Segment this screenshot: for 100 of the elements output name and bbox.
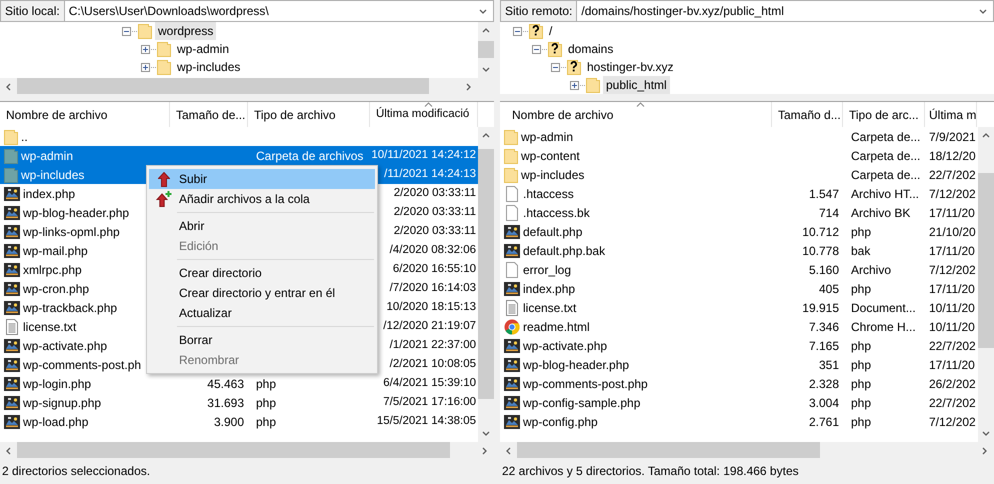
menu-item[interactable]: Crear directorio y entrar en él xyxy=(149,283,375,303)
scroll-up-icon[interactable] xyxy=(981,131,991,140)
file-name[interactable]: error_log xyxy=(523,260,572,278)
file-name[interactable]: wp-config.php xyxy=(523,412,598,430)
status-text: 2 directorios seleccionados. xyxy=(2,463,150,480)
modified-date: /2/2021 10:08:05 xyxy=(390,358,476,370)
file-name[interactable]: wp-admin xyxy=(521,128,574,146)
menu-item[interactable]: Abrir xyxy=(149,216,375,236)
tree-item[interactable]: public_html xyxy=(603,76,670,94)
file-name[interactable]: wp-signup.php xyxy=(23,394,102,412)
file-name[interactable]: wp-login.php xyxy=(23,374,92,392)
path-field[interactable]: /domains/hostinger-bv.xyz/public_html xyxy=(577,0,994,22)
modified-date: 17/11/20 xyxy=(929,206,975,220)
column-header[interactable]: Tamaño d... xyxy=(772,102,843,127)
file-name[interactable]: default.php.bak xyxy=(523,242,606,260)
image-file-icon xyxy=(504,414,520,430)
folder-icon xyxy=(586,77,600,93)
file-name[interactable]: wp-activate.php xyxy=(523,336,608,354)
column-header[interactable]: Última m xyxy=(925,102,977,127)
file-type: Carpeta de... xyxy=(851,168,920,182)
menu-item[interactable]: Añadir archivos a la cola xyxy=(149,189,375,209)
expand-icon[interactable] xyxy=(570,80,579,90)
modified-date: 7/5/2021 17:16:00 xyxy=(383,396,476,408)
tree-item[interactable]: wp-admin xyxy=(174,40,232,58)
file-type: php xyxy=(851,376,872,390)
tree-item[interactable]: hostinger-bv.xyz xyxy=(584,58,676,76)
file-type: php xyxy=(851,224,872,238)
file-name[interactable]: wp-blog-header.php xyxy=(23,204,130,222)
add-to-queue-icon xyxy=(156,191,172,207)
file-name[interactable]: index.php xyxy=(523,280,576,298)
menu-item[interactable]: Subir xyxy=(149,169,375,189)
file-name[interactable]: wp-comments-post.php xyxy=(523,374,648,392)
file-name[interactable]: wp-trackback.php xyxy=(23,298,118,316)
collapse-icon[interactable] xyxy=(513,26,522,36)
path-field[interactable]: C:\Users\User\Downloads\wordpress\ xyxy=(64,0,494,22)
scroll-down-icon[interactable] xyxy=(481,429,491,438)
dropdown-icon[interactable] xyxy=(478,7,488,16)
folder-icon xyxy=(4,166,18,182)
dropdown-icon[interactable] xyxy=(978,7,988,16)
folder-icon xyxy=(504,128,518,144)
menu-item[interactable]: Actualizar xyxy=(149,303,375,323)
modified-date: 6/4/2021 15:39:10 xyxy=(383,376,476,389)
expand-icon[interactable] xyxy=(141,62,150,72)
folder-icon xyxy=(4,128,18,144)
vertical-scrollbar[interactable] xyxy=(978,127,994,442)
collapse-icon[interactable] xyxy=(551,62,560,72)
folder-icon xyxy=(138,23,152,39)
file-name[interactable]: wp-links-opml.php xyxy=(23,222,120,240)
file-name[interactable]: wp-comments-post.ph xyxy=(23,356,142,374)
scroll-up-icon[interactable] xyxy=(481,26,491,35)
scroll-up-icon[interactable] xyxy=(481,131,491,140)
file-name[interactable]: license.txt xyxy=(523,298,576,316)
file-name[interactable]: wp-cron.php xyxy=(23,280,90,298)
file-name[interactable]: license.txt xyxy=(23,318,76,336)
folder-icon xyxy=(504,148,518,164)
scrollbar-thumb[interactable] xyxy=(978,173,994,348)
file-name[interactable]: wp-blog-header.php xyxy=(523,356,630,374)
file-name[interactable]: default.php xyxy=(523,222,582,240)
collapse-icon[interactable] xyxy=(122,26,131,36)
file-name[interactable]: .htaccess xyxy=(523,184,574,202)
scrollbar-thumb[interactable] xyxy=(478,149,494,399)
tree-item[interactable]: wordpress xyxy=(155,22,216,40)
tree-item[interactable]: domains xyxy=(565,40,616,58)
modified-date: /12/2020 21:19:07 xyxy=(383,320,476,332)
file-name[interactable]: wp-content xyxy=(521,146,580,164)
tree-item[interactable]: wp-includes xyxy=(174,58,244,76)
modified-date: 7/12/202 xyxy=(929,262,976,276)
scroll-down-icon[interactable] xyxy=(481,65,491,74)
column-header[interactable]: Tipo de arc... xyxy=(843,102,925,127)
modified-date: 10/11/20 xyxy=(929,320,975,334)
file-name[interactable]: readme.html xyxy=(523,318,590,336)
file-name[interactable]: index.php xyxy=(23,184,76,202)
modified-date: 17/11/20 xyxy=(929,282,975,296)
column-header[interactable]: Tipo de archivo xyxy=(248,102,370,127)
file-name[interactable]: wp-load.php xyxy=(23,412,88,430)
vertical-scrollbar[interactable] xyxy=(478,127,494,442)
file-name[interactable]: xmlrpc.php xyxy=(23,260,82,278)
horizontal-scrollbar[interactable] xyxy=(500,442,994,458)
file-name[interactable]: .htaccess.bk xyxy=(523,204,590,222)
file-name[interactable]: wp-config-sample.php xyxy=(523,394,640,412)
file-name[interactable]: wp-includes xyxy=(521,166,584,184)
column-header[interactable]: Última modificació xyxy=(370,102,478,127)
expand-icon[interactable] xyxy=(141,44,150,54)
file-size: 3.900 xyxy=(214,414,244,428)
scroll-down-icon[interactable] xyxy=(981,429,991,438)
column-header[interactable]: Tamaño de... xyxy=(170,102,248,127)
column-header[interactable]: Nombre de archivo xyxy=(500,102,772,127)
file-name[interactable]: wp-includes xyxy=(21,166,84,184)
file-name[interactable]: .. xyxy=(21,128,28,146)
tree-item[interactable]: / xyxy=(546,22,556,40)
path-label: Sitio remoto: xyxy=(500,0,578,22)
scrollbar-thumb[interactable] xyxy=(478,41,494,58)
scrollbar-thumb[interactable] xyxy=(517,442,820,458)
file-name[interactable]: wp-activate.php xyxy=(23,336,108,354)
column-header[interactable]: Nombre de archivo xyxy=(0,102,170,127)
menu-item[interactable]: Borrar xyxy=(149,330,375,350)
file-name[interactable]: wp-mail.php xyxy=(23,242,88,260)
collapse-icon[interactable] xyxy=(532,44,541,54)
file-name[interactable]: wp-admin xyxy=(21,146,74,164)
menu-item[interactable]: Crear directorio xyxy=(149,263,375,283)
